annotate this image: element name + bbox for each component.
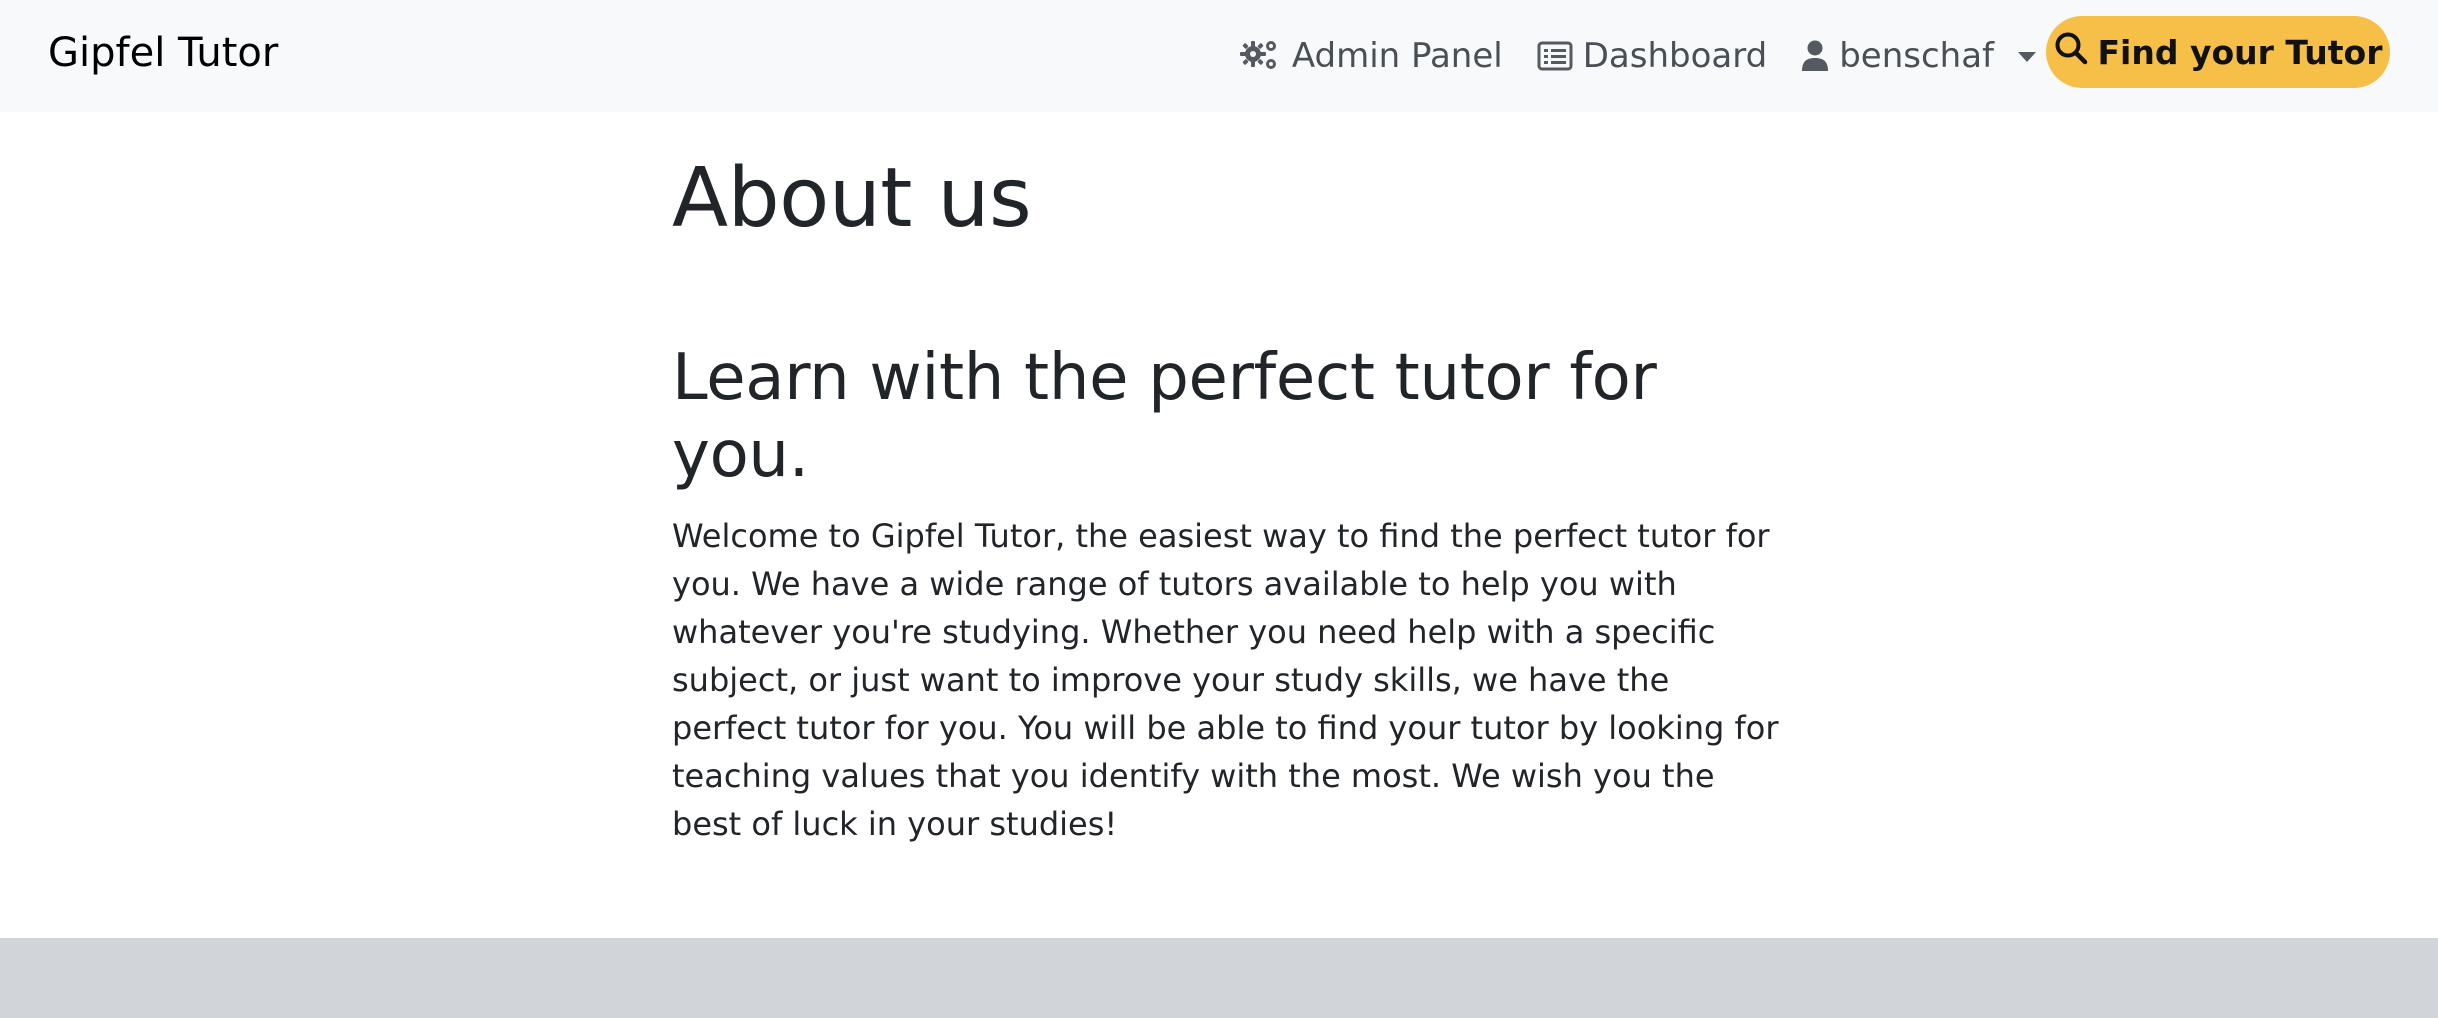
user-dropdown[interactable]: benschaf [1801, 36, 2036, 76]
main-content: About us Learn with the perfect tutor fo… [672, 150, 1782, 848]
navbar: Gipfel Tutor Admin Panel Dashboard bensc… [0, 0, 2438, 112]
find-tutor-button[interactable]: Find your Tutor [2046, 16, 2390, 88]
page-title: About us [672, 151, 1032, 246]
caret-down-icon [2018, 52, 2036, 62]
find-tutor-label: Find your Tutor [2097, 32, 2383, 72]
admin-panel-link[interactable]: Admin Panel [1239, 36, 1503, 76]
footer [0, 938, 2438, 1018]
admin-panel-label: Admin Panel [1291, 36, 1503, 76]
nav-items: Admin Panel Dashboard benschaf [1239, 30, 2036, 82]
dashboard-label: Dashboard [1582, 36, 1768, 76]
section-heading: Learn with the perfect tutor for you. [672, 341, 1657, 493]
username-label: benschaf [1839, 36, 1994, 76]
search-icon [2054, 31, 2088, 73]
gears-icon [1239, 39, 1282, 73]
brand-link[interactable]: Gipfel Tutor [48, 30, 278, 76]
user-icon [1801, 40, 1829, 72]
dashboard-link[interactable]: Dashboard [1537, 36, 1767, 76]
about-paragraph: Welcome to Gipfel Tutor, the easiest way… [672, 516, 1779, 843]
list-icon [1537, 41, 1573, 71]
